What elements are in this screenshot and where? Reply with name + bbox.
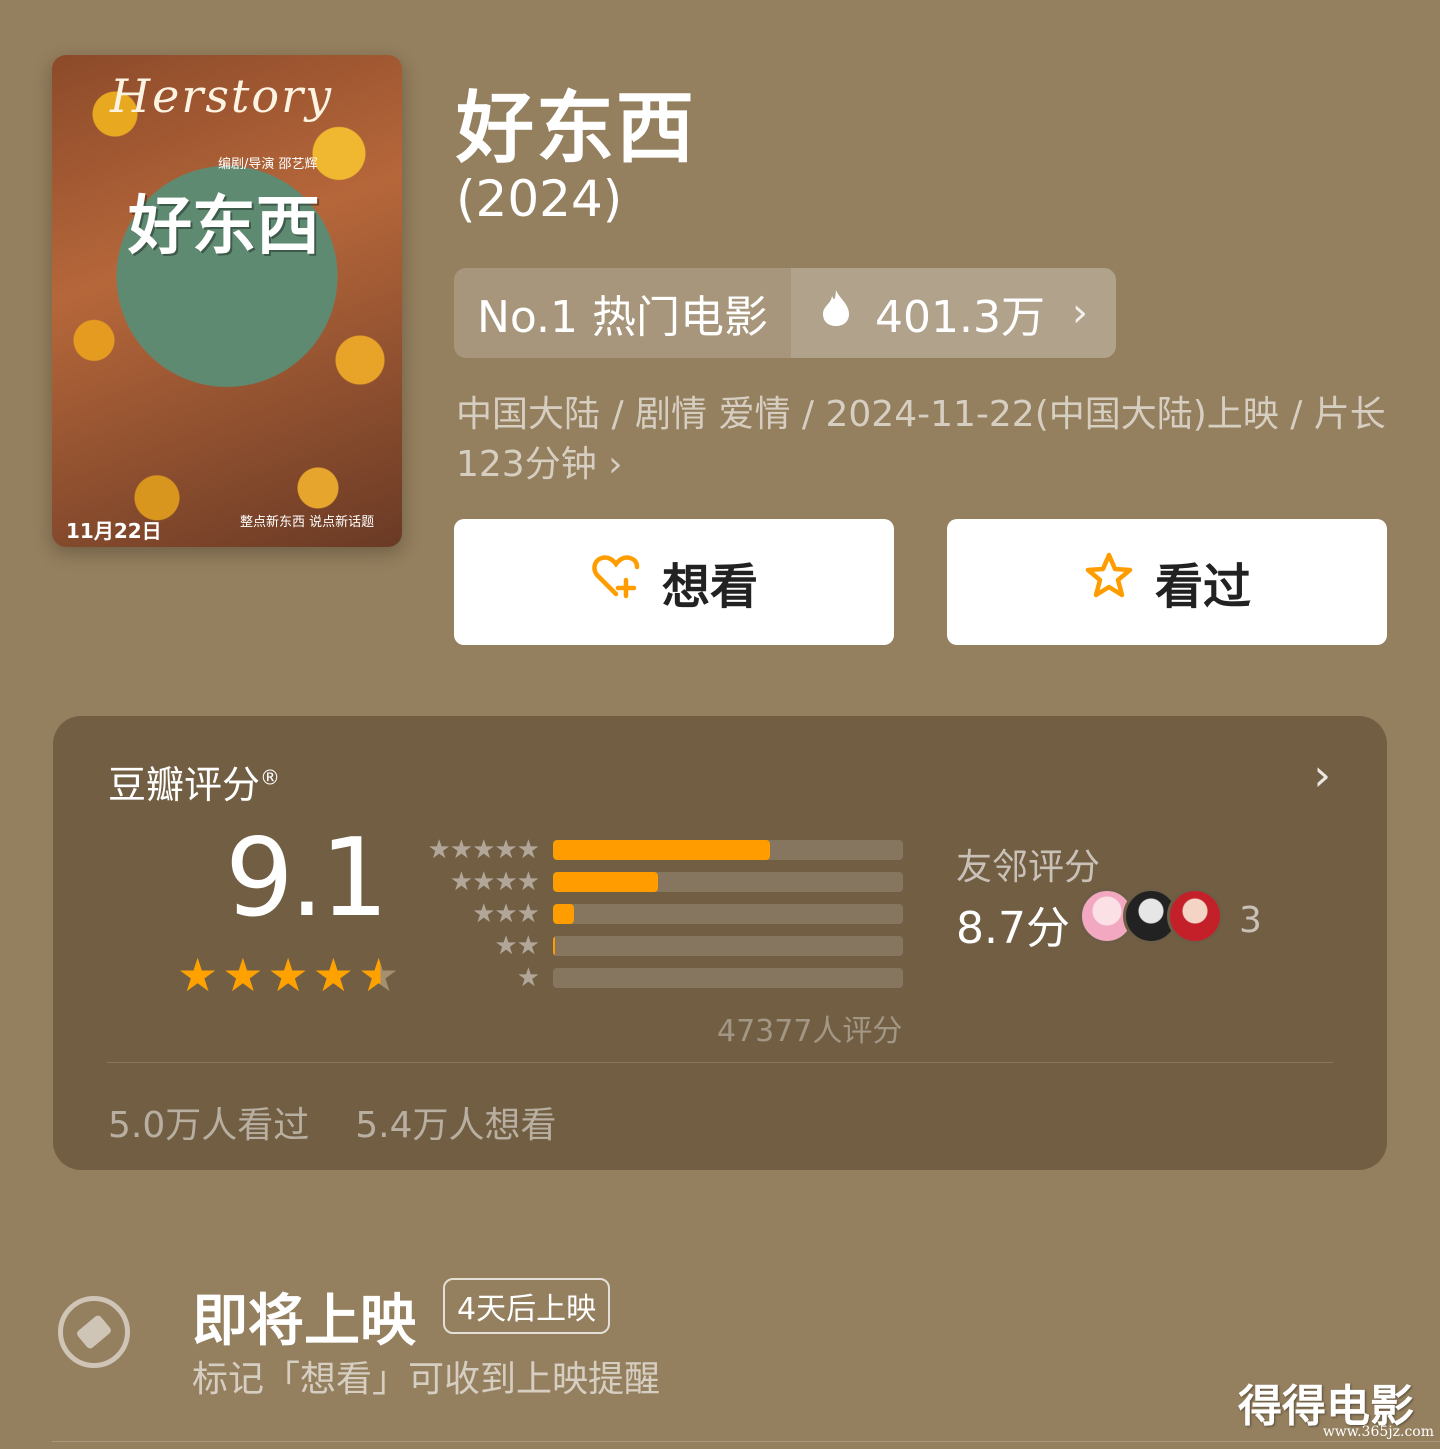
distribution-track bbox=[553, 968, 903, 988]
rating-distribution: ★★★★★ ★★★★ ★★★ ★★ ★ bbox=[409, 834, 903, 994]
star-icon: ★ bbox=[267, 948, 309, 1002]
friends-count: 3 bbox=[1239, 900, 1262, 941]
distribution-track bbox=[553, 936, 903, 956]
poster-date: 11月22日 bbox=[66, 519, 162, 543]
distribution-track bbox=[553, 840, 903, 860]
divider bbox=[52, 1441, 1440, 1442]
chevron-right-icon[interactable]: › bbox=[1313, 750, 1331, 801]
distribution-stars: ★★★ bbox=[472, 899, 540, 929]
poster-tagline: 整点新东西 说点新话题 bbox=[240, 515, 375, 530]
want-label: 想看 bbox=[661, 559, 758, 615]
upcoming-subtitle: 标记「想看」可收到上映提醒 bbox=[192, 1359, 661, 1400]
registered-mark: ® bbox=[260, 765, 281, 790]
star-icon: ★ bbox=[222, 948, 264, 1002]
watch-stats: 5.0万人看过 5.4万人想看 bbox=[108, 1096, 557, 1148]
distribution-fill bbox=[553, 872, 658, 892]
distribution-stars: ★ bbox=[516, 963, 540, 993]
distribution-stars: ★★ bbox=[494, 931, 540, 961]
half-star-icon: ★ bbox=[358, 948, 400, 1002]
friends-rating-label: 友邻评分 bbox=[956, 847, 1101, 888]
upcoming-title: 即将上映 bbox=[192, 1289, 416, 1354]
rating-score: 9.1 bbox=[225, 816, 389, 941]
flame-icon bbox=[819, 288, 853, 339]
distribution-track bbox=[553, 904, 903, 924]
friends-rating-score: 8.7分 bbox=[956, 903, 1070, 954]
poster-script-title: Herstory bbox=[110, 69, 334, 123]
upcoming-badge: 4天后上映 bbox=[443, 1278, 611, 1334]
distribution-row: ★ bbox=[409, 962, 903, 994]
movie-meta[interactable]: 中国大陆 / 剧情 爱情 / 2024-11-22(中国大陆)上映 / 片长12… bbox=[456, 390, 1396, 490]
rating-count: 47377人评分 bbox=[717, 1014, 903, 1049]
distribution-fill bbox=[553, 936, 555, 956]
rating-stars: ★ ★ ★ ★ ★ bbox=[177, 952, 399, 998]
want-count: 5.4万人想看 bbox=[355, 1105, 557, 1146]
watched-button[interactable]: 看过 bbox=[947, 519, 1387, 645]
heat-value: 401.3万 bbox=[875, 292, 1045, 343]
distribution-track bbox=[553, 872, 903, 892]
poster-credit: 编剧/导演 邵艺辉 bbox=[218, 157, 318, 172]
distribution-stars: ★★★★★ bbox=[427, 835, 540, 865]
rank-label: No.1 热门电影 bbox=[476, 292, 769, 343]
poster-title: 好东西 bbox=[128, 190, 320, 264]
seen-count: 5.0万人看过 bbox=[108, 1105, 310, 1146]
heart-plus-icon bbox=[590, 550, 642, 614]
avatar bbox=[1167, 888, 1223, 944]
ticket-icon bbox=[58, 1296, 130, 1368]
distribution-row: ★★★★★ bbox=[409, 834, 903, 866]
chevron-right-icon: › bbox=[1072, 290, 1088, 336]
rating-title-text: 豆瓣评分 bbox=[108, 763, 261, 807]
distribution-row: ★★ bbox=[409, 930, 903, 962]
heat-section[interactable]: 401.3万 › bbox=[791, 268, 1116, 358]
rating-card[interactable]: 豆瓣评分® › 9.1 ★ ★ ★ ★ ★ ★★★★★ ★★★★ ★★★ ★★ ★ 47… bbox=[53, 716, 1387, 1170]
distribution-stars: ★★★★ bbox=[449, 867, 540, 897]
want-to-watch-button[interactable]: 想看 bbox=[454, 519, 894, 645]
distribution-row: ★★★ bbox=[409, 898, 903, 930]
watermark-url: www.365jz.com bbox=[1322, 1424, 1434, 1440]
distribution-fill bbox=[553, 840, 770, 860]
star-icon: ★ bbox=[312, 948, 354, 1002]
distribution-fill bbox=[553, 904, 574, 924]
star-icon: ★ bbox=[177, 948, 219, 1002]
distribution-row: ★★★★ bbox=[409, 866, 903, 898]
movie-detail-page: Herstory 编剧/导演 邵艺辉 好东西 11月22日 整点新东西 说点新话… bbox=[0, 0, 1440, 1449]
friend-avatars[interactable] bbox=[1079, 888, 1223, 944]
rank-pill[interactable]: No.1 热门电影 401.3万 › bbox=[454, 268, 1116, 358]
movie-title: 好东西 bbox=[456, 84, 697, 174]
rating-title: 豆瓣评分® bbox=[108, 754, 280, 809]
star-outline-icon bbox=[1083, 550, 1135, 614]
seen-label: 看过 bbox=[1154, 559, 1251, 615]
divider bbox=[107, 1062, 1333, 1063]
movie-year: (2024) bbox=[456, 170, 623, 228]
movie-poster[interactable]: Herstory 编剧/导演 邵艺辉 好东西 11月22日 整点新东西 说点新话… bbox=[52, 55, 402, 547]
